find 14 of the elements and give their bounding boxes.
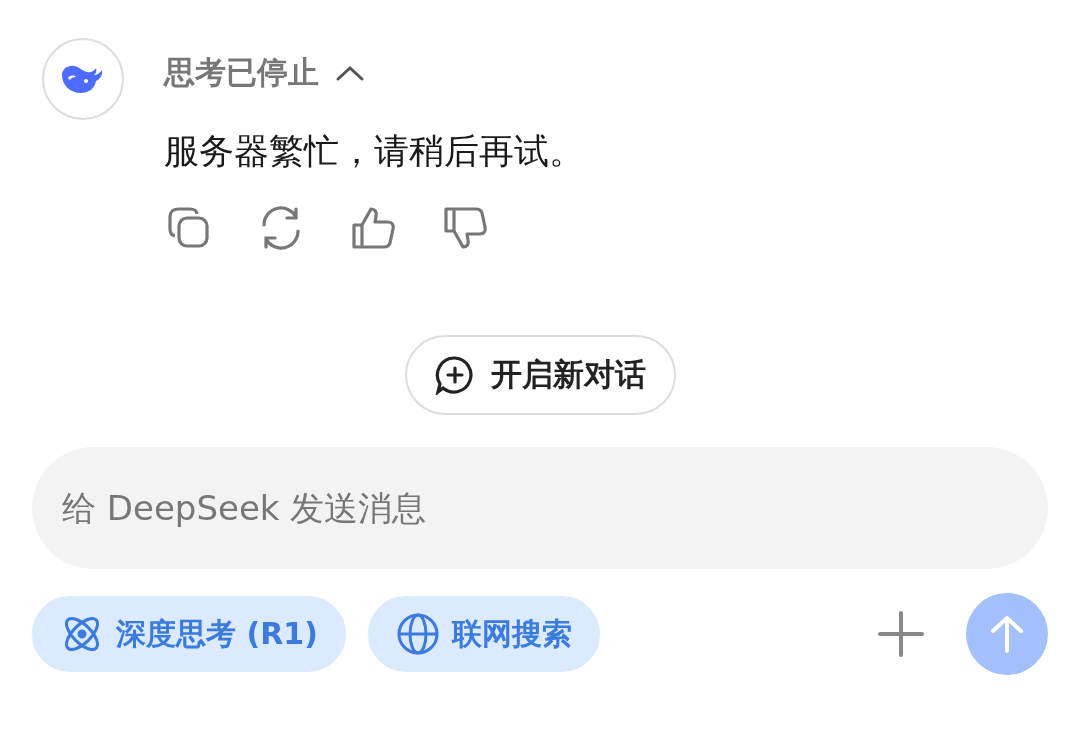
message-input-field[interactable]: 给 DeepSeek 发送消息 [32,447,1048,569]
new-chat-button[interactable]: 开启新对话 [404,335,676,415]
thinking-toggle[interactable]: 思考已停止 [164,52,584,94]
toggle-chip[interactable]: 深度思考 (R1) [32,596,346,672]
attach-plus-icon[interactable] [876,609,926,659]
response-text: 服务器繁忙，请稍后再试。 [164,130,584,173]
toggle-chip[interactable]: 联网搜索 [367,596,600,672]
thumbs-up-icon[interactable] [350,205,396,251]
thumbs-down-icon[interactable] [442,205,488,251]
copy-icon[interactable] [166,205,212,251]
chevron-icon [335,64,365,82]
chat-plus-icon [434,355,475,395]
globe-icon [395,612,440,656]
arrow-up-icon [989,614,1025,654]
